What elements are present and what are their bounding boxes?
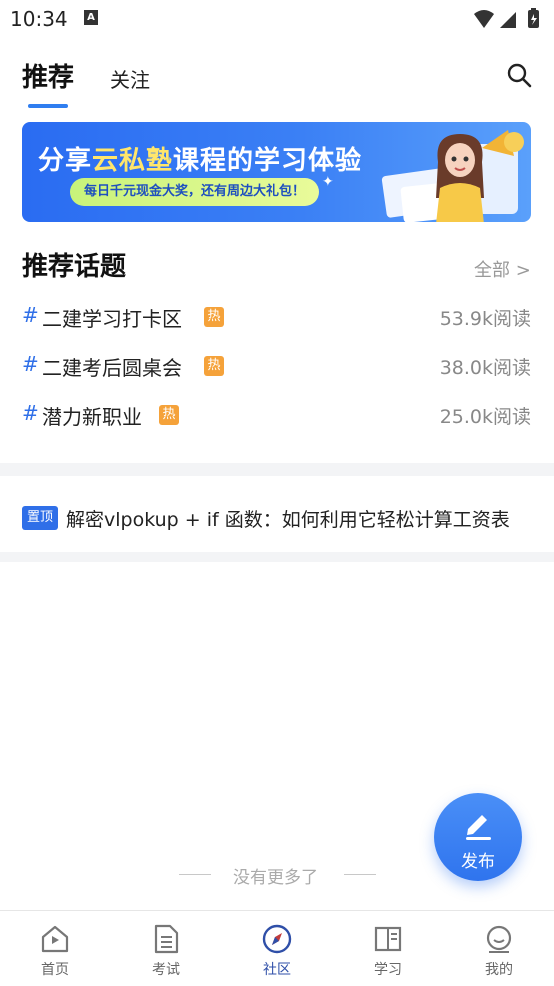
hot-badge: 热: [204, 307, 224, 327]
divider-line: [179, 874, 211, 875]
topic-name: 二建考后圆桌会: [42, 356, 182, 380]
compass-icon: [262, 924, 292, 954]
status-icons: [474, 8, 539, 28]
profile-icon: [486, 925, 512, 953]
signal-icon: [500, 12, 516, 28]
hashtag-icon: #: [22, 401, 39, 425]
divider-line: [344, 874, 376, 875]
nav-label: 学习: [374, 962, 402, 978]
nav-label: 首页: [41, 962, 69, 978]
home-icon: [41, 925, 69, 953]
hot-badge: 热: [204, 356, 224, 376]
nav-label: 我的: [485, 962, 513, 978]
nav-item-profile[interactable]: 我的: [464, 923, 534, 983]
book-icon: [374, 926, 402, 952]
tab-follow[interactable]: 关注: [110, 64, 150, 93]
document-icon: [154, 924, 179, 954]
search-icon[interactable]: [506, 62, 532, 88]
hashtag-icon: #: [22, 303, 39, 327]
bottom-nav: 首页 考试 社区 学习 我的: [0, 910, 554, 986]
status-bar: 10:34 A: [0, 0, 554, 38]
topic-name: 二建学习打卡区: [42, 307, 182, 331]
pinned-post-title[interactable]: 解密vlpokup + if 函数：如何利用它轻松计算工资表: [66, 505, 510, 532]
nav-label: 考试: [152, 962, 180, 978]
megaphone-icon: [482, 130, 524, 156]
section-divider: [0, 463, 554, 476]
topic-name: 潜力新职业: [42, 405, 142, 429]
promo-banner[interactable]: 分享云私塾课程的学习体验 每日千元现金大奖，还有周边大礼包！ ✦ ✦: [22, 122, 531, 222]
topic-item[interactable]: # 潜力新职业 热 25.0k阅读: [22, 398, 531, 434]
pinned-badge: 置顶: [22, 506, 58, 530]
section-divider: [0, 552, 554, 562]
topic-read-count: 53.9k阅读: [439, 308, 531, 330]
nav-label: 社区: [263, 962, 291, 978]
active-tab-indicator: [28, 104, 68, 108]
status-time: 10:34: [10, 7, 68, 31]
topic-read-count: 25.0k阅读: [439, 406, 531, 428]
publish-label: 发布: [461, 852, 495, 872]
topic-item[interactable]: # 二建学习打卡区 热 53.9k阅读: [22, 300, 531, 336]
topic-item[interactable]: # 二建考后圆桌会 热 38.0k阅读: [22, 349, 531, 385]
tab-recommend[interactable]: 推荐: [22, 57, 74, 94]
nav-item-community[interactable]: 社区: [242, 923, 312, 983]
nav-item-study[interactable]: 学习: [353, 923, 423, 983]
topics-section-title: 推荐话题: [22, 252, 127, 282]
wifi-icon: [474, 10, 494, 28]
nav-item-exam[interactable]: 考试: [131, 923, 201, 983]
sparkle-icon: ✦: [340, 162, 349, 173]
banner-subtitle: 每日千元现金大奖，还有周边大礼包！: [70, 178, 320, 206]
hot-badge: 热: [159, 405, 179, 425]
nav-item-home[interactable]: 首页: [20, 923, 90, 983]
topic-read-count: 38.0k阅读: [439, 357, 531, 379]
publish-button[interactable]: 发布: [434, 793, 522, 881]
feed-end-label: 没有更多了: [233, 868, 318, 888]
notification-icon: A: [84, 10, 98, 25]
topics-all-link[interactable]: 全部 >: [474, 256, 531, 282]
sparkle-icon: ✦: [322, 174, 334, 190]
hashtag-icon: #: [22, 352, 39, 376]
pen-icon: [466, 815, 491, 840]
banner-title: 分享云私塾课程的学习体验: [38, 146, 363, 176]
